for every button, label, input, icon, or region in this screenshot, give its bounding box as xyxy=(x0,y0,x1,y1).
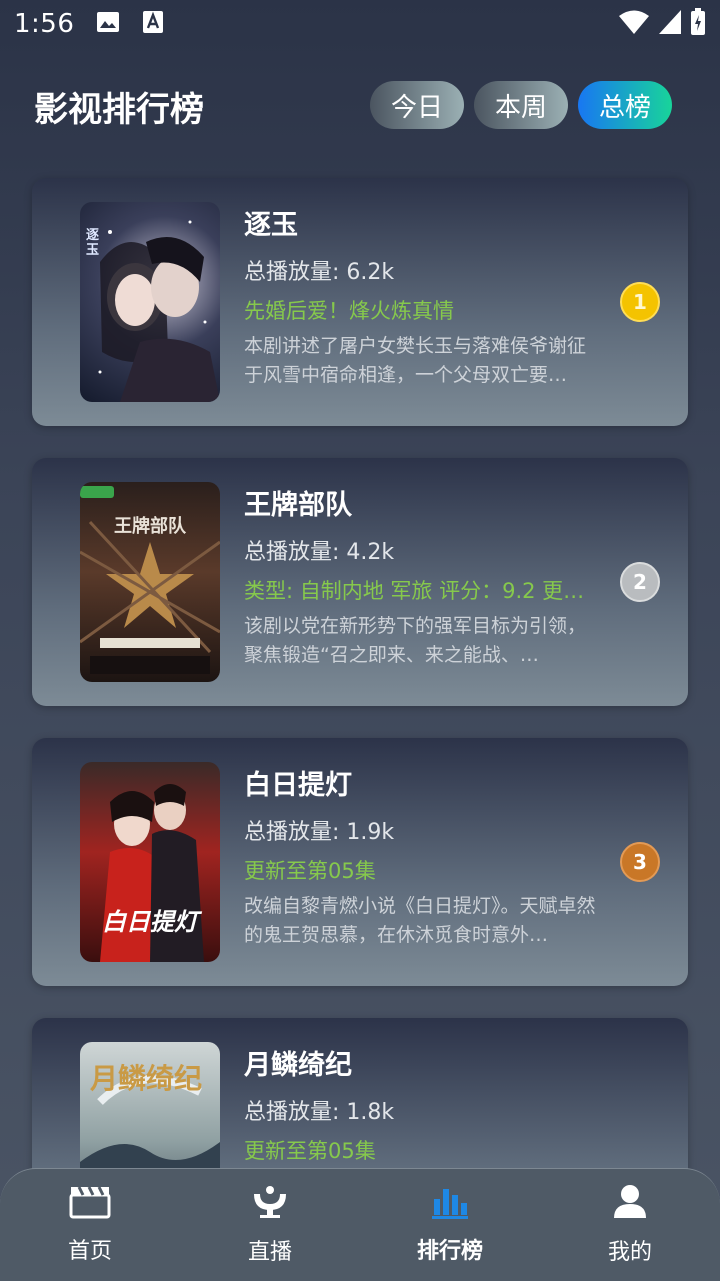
poster-image: 逐玉 xyxy=(80,202,220,402)
show-description: 该剧以党在新形势下的强军目标为引领，聚焦锻造“召之即来、来之能战、… xyxy=(244,615,587,666)
poster-title: 逐玉 xyxy=(86,228,100,258)
play-count: 总播放量: 1.8k xyxy=(244,1100,395,1125)
rank-badge-silver: 2 xyxy=(620,562,660,602)
status-time: 1:56 xyxy=(14,9,75,39)
show-title: 逐玉 xyxy=(244,210,298,241)
nav-label: 首页 xyxy=(67,1239,112,1264)
card-info: 白日提灯 总播放量: 1.9k 更新至第05集 改编自黎青燃小说《白日提灯》。天… xyxy=(244,766,604,950)
show-tagline: 更新至第05集 xyxy=(244,859,376,883)
show-tagline: 更新至第05集 xyxy=(244,1139,376,1163)
poster-title: 月鳞绮纪 xyxy=(90,1062,203,1095)
ranking-tabs: 今日 本周 总榜 xyxy=(370,81,672,129)
poster-image: 白日提灯 xyxy=(80,762,220,962)
show-tagline: 类型: 自制内地 军旅 评分：9.2 更… xyxy=(244,579,585,603)
page-title: 影视排行榜 xyxy=(34,90,204,130)
clapperboard-icon xyxy=(69,1185,111,1223)
font-notification-icon xyxy=(142,10,164,38)
card-info: 王牌部队 总播放量: 4.2k 类型: 自制内地 军旅 评分：9.2 更… 该剧… xyxy=(244,486,604,670)
signal-icon xyxy=(658,9,682,39)
poster-image: 王牌部队 xyxy=(80,482,220,682)
show-description: 改编自黎青燃小说《白日提灯》。天赋卓然的鬼王贺思慕，在休沐觅食时意外… xyxy=(244,895,596,946)
live-broadcast-icon xyxy=(250,1184,290,1224)
play-count: 总播放量: 1.9k xyxy=(244,820,395,845)
ranking-card[interactable]: 白日提灯 白日提灯 总播放量: 1.9k 更新至第05集 改编自黎青燃小说《白日… xyxy=(32,738,688,986)
bar-chart-icon xyxy=(430,1185,470,1223)
show-description: 本剧讲述了屠户女樊长玉与落难侯爷谢征于风雪中宿命相逢，一个父母双亡要… xyxy=(244,335,587,386)
tab-today[interactable]: 今日 xyxy=(370,81,464,129)
nav-live[interactable]: 直播 xyxy=(180,1169,360,1281)
battery-icon xyxy=(690,8,706,40)
show-title: 月鳞绮纪 xyxy=(244,1050,352,1081)
nav-profile[interactable]: 我的 xyxy=(540,1169,720,1281)
play-count: 总播放量: 4.2k xyxy=(244,540,395,565)
show-title: 白日提灯 xyxy=(244,770,352,801)
header: 影视排行榜 今日 本周 总榜 xyxy=(0,72,720,138)
ranking-card[interactable]: 王牌部队 王牌部队 总播放量: 4.2k 类型: 自制内地 军旅 评分：9.2 … xyxy=(32,458,688,706)
card-info: 逐玉 总播放量: 6.2k 先婚后爱！烽火炼真情 本剧讲述了屠户女樊长玉与落难侯… xyxy=(244,206,604,390)
person-icon xyxy=(612,1184,648,1224)
nav-label: 我的 xyxy=(607,1240,652,1265)
card-info: 月鳞绮纪 总播放量: 1.8k 更新至第05集 xyxy=(244,1046,604,1166)
show-title: 王牌部队 xyxy=(244,490,352,521)
poster-title: 白日提灯 xyxy=(102,907,198,936)
image-notification-icon xyxy=(96,11,120,37)
rank-badge-bronze: 3 xyxy=(620,842,660,882)
nav-label: 排行榜 xyxy=(416,1239,483,1264)
nav-label: 直播 xyxy=(247,1240,292,1265)
tab-overall[interactable]: 总榜 xyxy=(578,81,672,129)
rank-badge-gold: 1 xyxy=(620,282,660,322)
nav-home[interactable]: 首页 xyxy=(0,1169,180,1281)
bottom-navigation: 首页 直播 排行榜 我的 xyxy=(0,1168,720,1281)
status-bar: 1:56 xyxy=(0,0,720,48)
wifi-icon xyxy=(618,9,650,39)
ranking-card[interactable]: 逐玉 逐玉 总播放量: 6.2k 先婚后爱！烽火炼真情 本剧讲述了屠户女樊长玉与… xyxy=(32,178,688,426)
show-tagline: 先婚后爱！烽火炼真情 xyxy=(244,299,454,323)
play-count: 总播放量: 6.2k xyxy=(244,260,395,285)
tab-week[interactable]: 本周 xyxy=(474,81,568,129)
nav-ranking[interactable]: 排行榜 xyxy=(360,1169,540,1281)
poster-title: 王牌部队 xyxy=(114,516,186,537)
